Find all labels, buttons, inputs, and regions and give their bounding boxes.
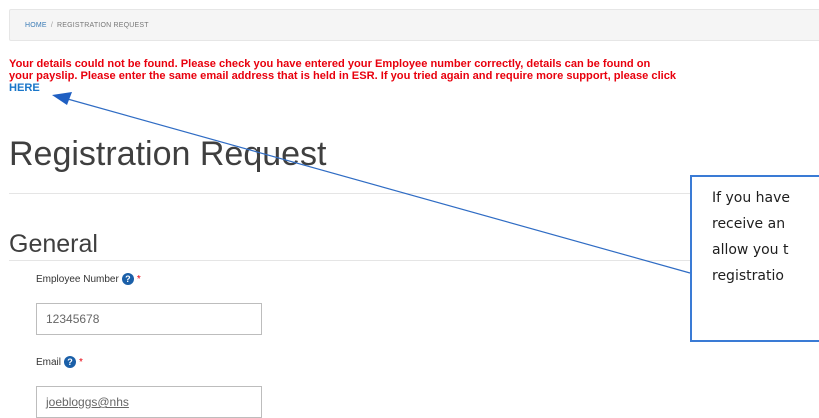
- annotation-arrow: [52, 92, 691, 274]
- arrow-head-icon: [52, 92, 72, 105]
- arrow-line: [63, 97, 691, 274]
